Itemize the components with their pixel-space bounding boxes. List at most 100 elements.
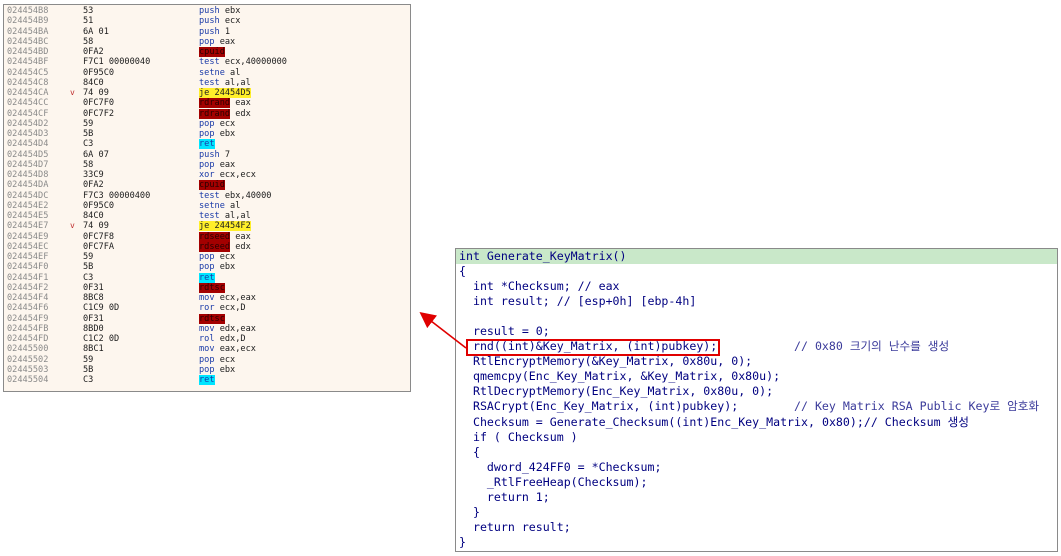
- asm-mnemonic: rdtsc: [199, 282, 225, 293]
- asm-row[interactable]: 024454EC 0FC7FA rdseed edx: [4, 241, 410, 252]
- asm-row[interactable]: 024454DA 0FA2 cpuid: [4, 180, 410, 191]
- asm-mnemonic: push: [199, 26, 220, 37]
- code-line[interactable]: }: [459, 505, 480, 520]
- asm-instruction: setne al: [199, 68, 240, 78]
- asm-row[interactable]: 024454F2 0F31 rdtsc: [4, 282, 410, 293]
- asm-instruction: rdtsc: [199, 313, 225, 324]
- asm-operand: ecx,eax: [214, 293, 256, 303]
- asm-operand: ebx,40000: [219, 190, 272, 201]
- asm-operand: ecx,40000000: [219, 57, 287, 68]
- asm-row[interactable]: 024454FD C1C2 0D rol edx,D: [4, 334, 410, 344]
- asm-address: 02445503: [7, 364, 49, 375]
- asm-instruction: rdseed edx: [199, 241, 251, 252]
- asm-bytes: C1C2 0D: [83, 334, 120, 344]
- asm-mnemonic: pop: [199, 36, 215, 47]
- asm-row[interactable]: 024454C8 84C0 test al,al: [4, 78, 410, 88]
- asm-row[interactable]: 024454BD 0FA2 cpuid: [4, 47, 410, 57]
- asm-mnemonic: ret: [199, 272, 215, 283]
- asm-bytes: F7C3 00000400: [83, 190, 151, 201]
- asm-row[interactable]: 024454F4 8BC8 mov ecx,eax: [4, 293, 410, 303]
- asm-bytes: 0F95C0: [83, 67, 115, 78]
- code-line[interactable]: qmemcpy(Enc_Key_Matrix, &Key_Matrix, 0x8…: [459, 369, 780, 384]
- code-line[interactable]: dword_424FF0 = *Checksum;: [459, 459, 662, 475]
- asm-row[interactable]: 024454BF F7C1 00000040 test ecx,40000000: [4, 57, 410, 67]
- code-line[interactable]: {: [459, 445, 480, 460]
- asm-row[interactable]: 024454D8 33C9 xor ecx,ecx: [4, 170, 410, 180]
- asm-mnemonic: pop: [199, 262, 215, 273]
- asm-row[interactable]: 024454EF 59 pop ecx: [4, 252, 410, 262]
- asm-bytes: 53: [83, 6, 94, 16]
- asm-row[interactable]: 024454F9 0F31 rdtsc: [4, 313, 410, 324]
- asm-operand: eax: [230, 98, 251, 109]
- code-line[interactable]: {: [459, 264, 466, 279]
- asm-mnemonic: test: [199, 190, 220, 201]
- asm-row[interactable]: 024454C5 0F95C0 setne al: [4, 68, 410, 78]
- code-line[interactable]: int result; // [esp+0h] [ebp-4h]: [459, 294, 696, 309]
- asm-address: 024454F0: [7, 262, 49, 273]
- asm-row[interactable]: 024454E7 v 74 09 je 24454F2: [4, 221, 410, 232]
- asm-row[interactable]: 024454D5 6A 07 push 7: [4, 150, 410, 160]
- asm-row[interactable]: 02445504 C3 ret: [4, 375, 410, 385]
- code-line[interactable]: RtlEncryptMemory(&Key_Matrix, 0x80u, 0);: [459, 354, 752, 369]
- asm-address: 024454F4: [7, 293, 49, 303]
- asm-operand: al,al: [219, 77, 251, 88]
- code-line[interactable]: result = 0;: [459, 324, 550, 339]
- asm-operand: al: [224, 200, 241, 211]
- asm-bytes: 8BC8: [83, 293, 104, 303]
- asm-row[interactable]: 024454D3 5B pop ebx: [4, 129, 410, 139]
- code-line[interactable]: RtlDecryptMemory(Enc_Key_Matrix, 0x80u, …: [459, 384, 773, 399]
- asm-mnemonic: pop: [199, 364, 215, 375]
- asm-row[interactable]: 024454BA 6A 01 push 1: [4, 27, 410, 37]
- asm-bytes: 84C0: [83, 77, 104, 88]
- asm-row[interactable]: 024454F6 C1C9 0D ror ecx,D: [4, 303, 410, 313]
- asm-instruction: setne al: [199, 201, 240, 211]
- asm-instruction: rdrand edx: [199, 108, 251, 119]
- asm-row[interactable]: 024454D2 59 pop ecx: [4, 119, 410, 129]
- asm-row[interactable]: 024454DC F7C3 00000400 test ebx,40000: [4, 191, 410, 201]
- code-line[interactable]: Checksum = Generate_Checksum((int)Enc_Ke…: [459, 415, 969, 430]
- asm-instruction: cpuid: [199, 47, 225, 57]
- asm-row[interactable]: 024454F0 5B pop ebx: [4, 262, 410, 272]
- asm-row[interactable]: 02445500 8BC1 mov eax,ecx: [4, 344, 410, 354]
- asm-row[interactable]: 024454BC 58 pop eax: [4, 37, 410, 47]
- asm-operand: ebx: [214, 364, 236, 375]
- asm-address: 024454D7: [7, 159, 49, 170]
- asm-row[interactable]: 024454E5 84C0 test al,al: [4, 211, 410, 221]
- asm-bytes: 0FC7F0: [83, 98, 115, 109]
- asm-operand: 24454F2: [209, 221, 251, 232]
- asm-mnemonic: pop: [199, 252, 215, 262]
- function-signature[interactable]: int Generate_KeyMatrix(): [459, 249, 627, 264]
- asm-row[interactable]: 024454CC 0FC7F0 rdrand eax: [4, 98, 410, 109]
- asm-address: 024454EF: [7, 252, 49, 262]
- asm-address: 024454BA: [7, 26, 49, 37]
- code-text: dword_424FF0 = *Checksum;: [459, 459, 662, 474]
- asm-row[interactable]: 024454E2 0F95C0 setne al: [4, 201, 410, 211]
- asm-row[interactable]: 024454B9 51 push ecx: [4, 16, 410, 26]
- asm-row[interactable]: 024454D7 58 pop eax: [4, 160, 410, 170]
- code-line[interactable]: RSACrypt(Enc_Key_Matrix, (int)pubkey); //…: [459, 399, 1039, 414]
- asm-row[interactable]: 024454FB 8BD0 mov edx,eax: [4, 324, 410, 334]
- code-line[interactable]: return 1;: [459, 490, 550, 505]
- asm-mnemonic: cpuid: [199, 47, 225, 57]
- asm-row[interactable]: 024454D4 C3 ret: [4, 139, 410, 150]
- asm-row[interactable]: 024454CA v 74 09 je 24454D5: [4, 88, 410, 98]
- asm-row[interactable]: 02445502 59 pop ecx: [4, 355, 410, 365]
- code-text: return result;: [459, 519, 571, 534]
- code-line[interactable]: return result;: [459, 520, 571, 535]
- asm-operand: 1: [219, 26, 231, 37]
- code-line[interactable]: }: [459, 535, 466, 550]
- asm-operand: ebx: [214, 129, 236, 139]
- code-line[interactable]: if ( Checksum ): [459, 430, 578, 445]
- asm-mnemonic: mov: [199, 293, 215, 303]
- asm-instruction: pop ecx: [199, 119, 235, 129]
- asm-row[interactable]: 024454F1 C3 ret: [4, 272, 410, 283]
- asm-address: 024454D5: [7, 149, 49, 160]
- asm-row[interactable]: 024454B8 53 push ebx: [4, 6, 410, 16]
- asm-bytes: 0FA2: [83, 180, 104, 191]
- code-line[interactable]: _RtlFreeHeap(Checksum);: [459, 475, 648, 490]
- code-line[interactable]: int *Checksum; // eax: [459, 279, 620, 294]
- asm-row[interactable]: 024454E9 0FC7F8 rdseed eax: [4, 231, 410, 242]
- asm-bytes: 6A 07: [83, 149, 109, 160]
- asm-row[interactable]: 02445503 5B pop ebx: [4, 365, 410, 375]
- asm-row[interactable]: 024454CF 0FC7F2 rdrand edx: [4, 108, 410, 119]
